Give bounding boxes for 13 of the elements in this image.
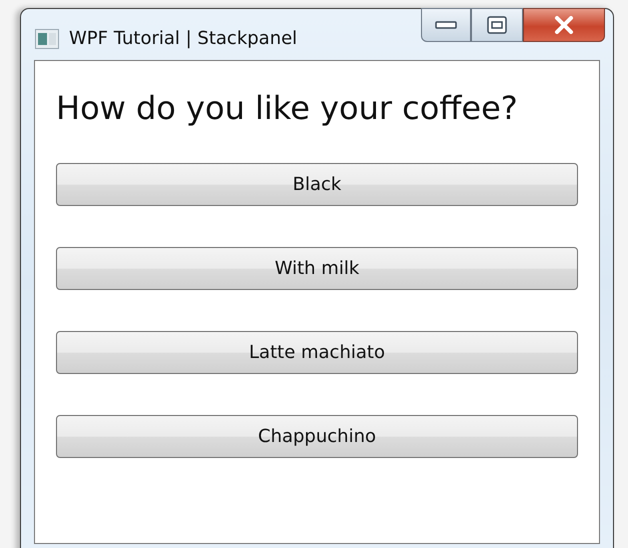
close-button[interactable] xyxy=(523,8,605,42)
coffee-option-button[interactable]: Chappuchino xyxy=(56,415,578,458)
coffee-option-button[interactable]: Latte machiato xyxy=(56,331,578,374)
question-heading: How do you like your coffee? xyxy=(56,89,519,127)
coffee-option-button[interactable]: With milk xyxy=(56,247,578,290)
window-icon xyxy=(35,28,59,48)
minimize-button[interactable] xyxy=(421,8,471,42)
minimize-icon xyxy=(435,20,457,30)
coffee-option-button[interactable]: Black xyxy=(56,163,578,206)
close-icon xyxy=(553,16,575,34)
maximize-button[interactable] xyxy=(471,8,523,42)
window-title: WPF Tutorial | Stackpanel xyxy=(69,28,298,49)
maximize-icon xyxy=(487,16,507,34)
